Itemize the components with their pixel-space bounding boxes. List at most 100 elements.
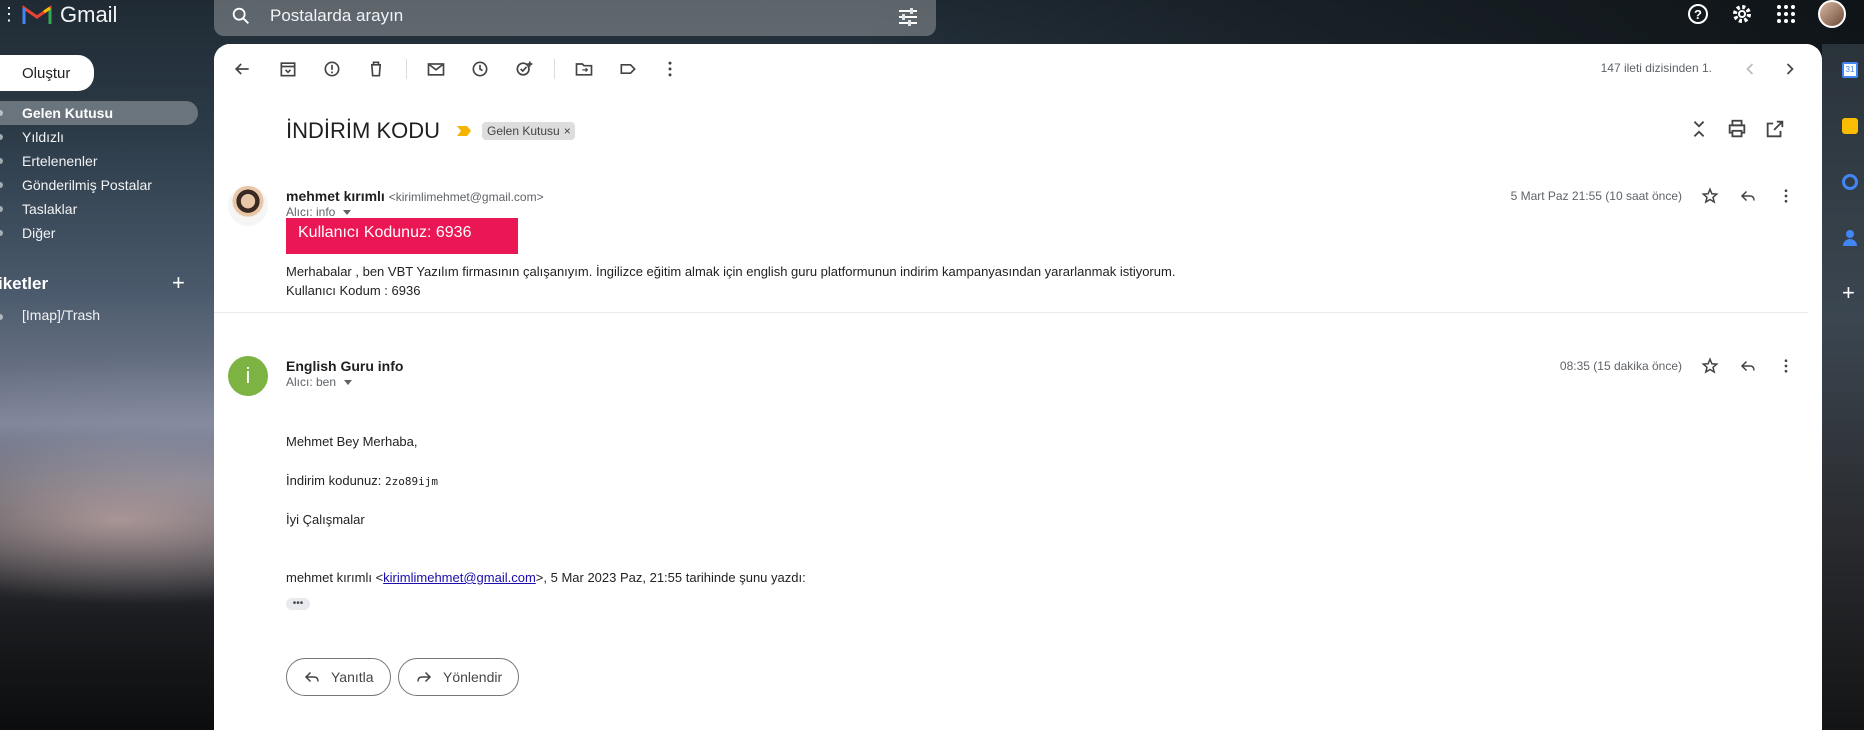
top-right-icons: ? — [1686, 0, 1846, 28]
code-label: İndirim kodunuz: — [286, 473, 385, 488]
message-more-icon[interactable] — [1774, 184, 1798, 208]
user-code-banner: Kullanıcı Kodunuz: 6936 — [286, 218, 518, 254]
sidebar-item-starred[interactable]: Yıldızlı — [0, 125, 200, 149]
discount-code-line: İndirim kodunuz: 2zo89ijm — [286, 471, 438, 491]
search-input[interactable]: Postalarda arayın — [270, 6, 403, 26]
chevron-down-icon[interactable] — [343, 209, 352, 215]
labels-heading: iketler — [0, 274, 49, 293]
sender-name[interactable]: mehmet kırımlı — [286, 188, 385, 204]
mail-toolbar: 147 ileti dizisinden 1. — [214, 44, 1822, 94]
subject-actions — [1688, 118, 1786, 140]
recipient-line[interactable]: Alıcı: ben — [286, 375, 353, 389]
settings-icon[interactable] — [1730, 2, 1754, 26]
star-icon[interactable] — [1698, 354, 1722, 378]
label-dot-icon — [0, 314, 3, 320]
sidebar-item-label: Taslaklar — [22, 201, 78, 217]
message-body-line: Kullanıcı Kodum : 6936 — [286, 283, 421, 298]
calendar-icon[interactable]: 31 — [1842, 62, 1858, 78]
sidebar-item-label: Diğer — [22, 225, 56, 241]
forward-label: Yönlendir — [443, 669, 503, 685]
report-spam-icon[interactable] — [320, 57, 344, 81]
search-options-icon[interactable] — [896, 5, 920, 29]
remove-label-icon[interactable]: × — [564, 124, 571, 138]
contacts-icon[interactable] — [1843, 230, 1857, 246]
chevron-down-icon[interactable] — [344, 379, 353, 385]
message-body-line: Merhabalar , ben VBT Yazılım firmasının … — [286, 264, 1176, 279]
importance-marker-icon[interactable] — [456, 125, 472, 137]
archive-icon[interactable] — [276, 57, 300, 81]
sidebar-item-sent[interactable]: Gönderilmiş Postalar — [0, 173, 200, 197]
reply-label: Yanıtla — [331, 669, 374, 685]
message-actions — [1698, 354, 1798, 378]
sidebar-item-label: Gönderilmiş Postalar — [22, 177, 152, 193]
tasks-icon[interactable] — [1842, 174, 1858, 190]
search-icon[interactable] — [230, 5, 252, 27]
inbox-label-chip: Gelen Kutusu × — [482, 122, 575, 140]
star-icon[interactable] — [1698, 184, 1722, 208]
thread-content: İNDİRİM KODU Gelen Kutusu × mehmet kırım… — [214, 94, 1808, 730]
sidebar-item-snoozed[interactable]: Ertelenenler — [0, 149, 200, 173]
quote-suffix: >, 5 Mar 2023 Paz, 21:55 tarihinde şunu … — [535, 570, 806, 585]
sidebar-item-more[interactable]: Diğer — [0, 221, 200, 245]
message-date: 08:35 (15 dakika önce) — [1559, 359, 1682, 373]
delete-icon[interactable] — [364, 57, 388, 81]
mark-unread-icon[interactable] — [424, 57, 448, 81]
thread-subject: İNDİRİM KODU — [286, 118, 440, 143]
sidebar-label-trash[interactable]: [Imap]/Trash — [22, 307, 100, 323]
sender-line: English Guru info — [286, 358, 403, 374]
keep-icon[interactable] — [1842, 118, 1858, 134]
chip-label: Gelen Kutusu — [487, 124, 560, 138]
sender-name[interactable]: English Guru info — [286, 358, 403, 374]
message-date: 5 Mart Paz 21:55 (10 saat önce) — [1510, 189, 1682, 203]
quoted-header: mehmet kırımlı <kirimlimehmet@gmail.com>… — [286, 568, 806, 587]
sender-avatar[interactable]: i — [228, 356, 268, 396]
svg-text:?: ? — [1694, 7, 1702, 22]
sidebar-item-label: Ertelenenler — [22, 153, 98, 169]
sidebar-item-drafts[interactable]: Taslaklar — [0, 197, 200, 221]
message-more-icon[interactable] — [1774, 354, 1798, 378]
sender-avatar[interactable] — [228, 186, 268, 226]
reply-button[interactable]: Yanıtla — [286, 658, 391, 696]
sender-email: <kirimlimehmet@gmail.com> — [388, 190, 544, 204]
compose-button[interactable]: Oluştur — [0, 55, 94, 91]
print-icon[interactable] — [1726, 118, 1748, 140]
collapse-all-icon[interactable] — [1688, 118, 1710, 140]
newer-chevron-icon[interactable] — [1738, 57, 1762, 81]
account-avatar[interactable] — [1818, 0, 1846, 28]
main-menu-icon[interactable]: ⋮ — [0, 4, 18, 24]
add-addon-icon[interactable]: + — [1842, 282, 1855, 304]
sidebar-nav: Gelen Kutusu Yıldızlı Ertelenenler Gönde… — [0, 101, 200, 245]
show-trimmed-content-button[interactable]: ••• — [286, 598, 310, 610]
sidebar-item-label: Yıldızlı — [22, 129, 65, 145]
message-actions — [1698, 184, 1798, 208]
move-to-folder-icon[interactable] — [572, 57, 596, 81]
add-label-icon[interactable]: + — [172, 270, 185, 296]
discount-code: 2zo89ijm — [385, 475, 438, 488]
quote-email-link[interactable]: kirimlimehmet@gmail.com — [383, 570, 536, 585]
sidebar-item-inbox[interactable]: Gelen Kutusu — [0, 101, 198, 125]
help-icon[interactable]: ? — [1686, 2, 1710, 26]
gmail-m-icon — [22, 5, 52, 24]
forward-button[interactable]: Yönlendir — [398, 658, 520, 696]
recipient-line[interactable]: Alıcı: info — [286, 205, 352, 219]
open-new-window-icon[interactable] — [1764, 118, 1786, 140]
reply-icon[interactable] — [1736, 184, 1760, 208]
quote-prefix: mehmet kırımlı < — [286, 570, 384, 585]
label-icon[interactable] — [616, 57, 640, 81]
search-bar[interactable]: Postalarda arayın — [214, 0, 936, 36]
older-chevron-icon[interactable] — [1778, 57, 1802, 81]
reply-icon[interactable] — [1736, 354, 1760, 378]
add-task-icon[interactable] — [512, 57, 536, 81]
apps-grid-icon[interactable] — [1774, 2, 1798, 26]
subject-row: İNDİRİM KODU Gelen Kutusu × — [286, 116, 575, 146]
top-bar: ⋮ Gmail Postalarda arayın ? — [0, 0, 1864, 36]
message-greeting: Mehmet Bey Merhaba, — [286, 434, 418, 449]
forward-icon — [417, 671, 432, 683]
recipient-text: Alıcı: ben — [286, 375, 337, 389]
more-options-icon[interactable] — [658, 57, 682, 81]
app-name: Gmail — [60, 2, 118, 27]
snooze-clock-icon[interactable] — [468, 57, 492, 81]
gmail-logo[interactable]: Gmail — [22, 2, 117, 28]
pagination-text: 147 ileti dizisinden 1. — [1600, 61, 1712, 75]
back-arrow-icon[interactable] — [230, 57, 254, 81]
